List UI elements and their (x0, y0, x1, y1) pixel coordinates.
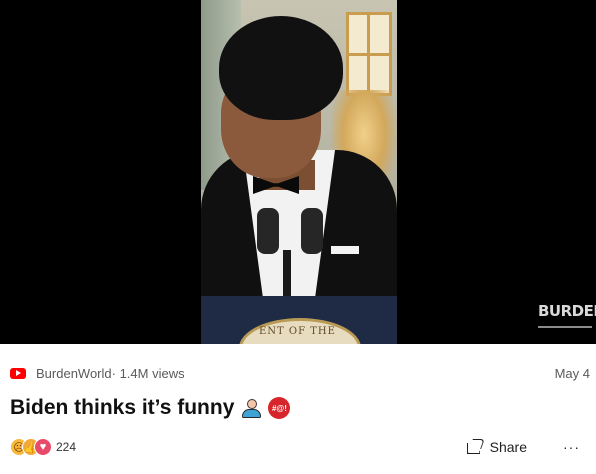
share-icon (466, 439, 485, 455)
reactions-bar: ☹ 👍 ♥ 224 Share ··· (10, 436, 590, 458)
reaction-summary[interactable]: ☹ 👍 ♥ 224 (10, 438, 76, 456)
post-date: May 4 (554, 365, 590, 381)
share-label: Share (489, 439, 527, 455)
post-title[interactable]: Biden thinks it’s funny (10, 396, 234, 420)
microphone-right (301, 208, 323, 254)
seal-text: ENT OF THE (259, 326, 336, 337)
more-options-button[interactable]: ··· (563, 439, 580, 455)
reaction-count: 224 (56, 440, 77, 454)
channel-watermark: BURDEN (538, 298, 596, 328)
love-reaction-icon: ♥ (34, 438, 52, 456)
view-count: · 1.4M views (111, 365, 185, 381)
angry-face-icon: #@! (268, 397, 291, 419)
background-window (346, 12, 392, 96)
video-player[interactable]: ENT OF THE BURDEN (0, 0, 596, 344)
post-title-row: Biden thinks it’s funny #@! (10, 393, 291, 423)
person-at-computer-icon (240, 397, 262, 419)
microphone-left (257, 208, 279, 254)
channel-name[interactable]: BurdenWorld (36, 366, 112, 381)
speaker-hair (219, 16, 343, 120)
microphone-stand (283, 250, 291, 298)
youtube-icon[interactable] (10, 367, 26, 379)
share-button[interactable]: Share (460, 437, 533, 457)
video-frame[interactable]: ENT OF THE (201, 0, 397, 344)
post-meta: BurdenWorld · 1.4M views May 4 (10, 364, 590, 382)
pocket-square (331, 246, 359, 254)
